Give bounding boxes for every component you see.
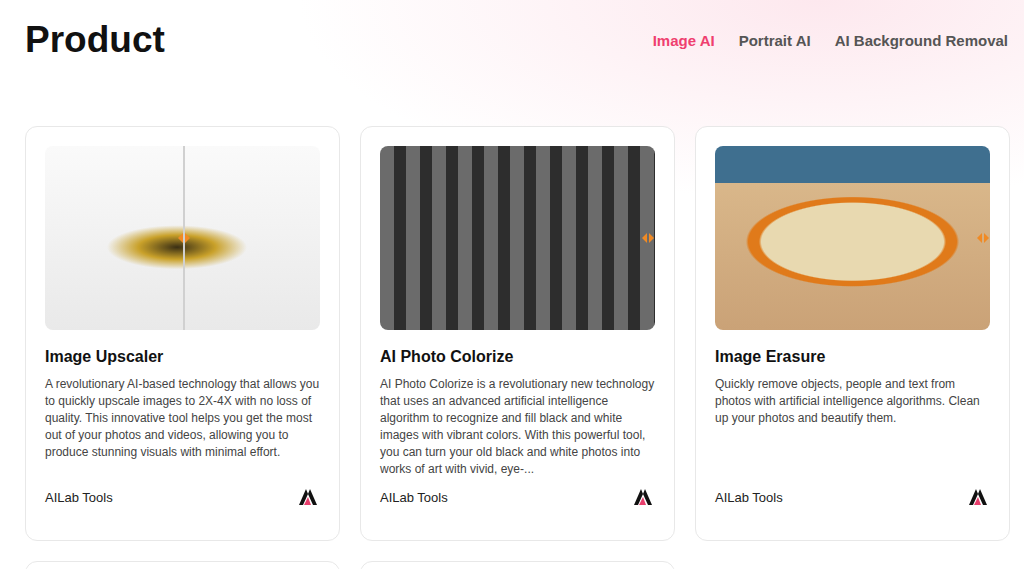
product-title: Image Upscaler [45, 346, 320, 368]
card-footer: AILab Tools [380, 478, 655, 540]
page-title: Product [25, 20, 165, 60]
compare-handle-icon[interactable] [177, 231, 191, 245]
product-description: Quickly remove objects, people and text … [715, 376, 990, 427]
compare-handle-icon[interactable] [641, 231, 655, 245]
compare-handle-icon[interactable] [976, 231, 990, 245]
compare-divider[interactable] [183, 146, 185, 330]
product-page: Product Image AI Portrait AI AI Background … [0, 0, 1024, 569]
product-card[interactable]: Image Erasure Quickly remove objects, peo… [695, 126, 1010, 541]
product-photo [715, 146, 990, 330]
ailab-logo-icon [298, 488, 318, 506]
product-title: AI Photo Colorize [380, 346, 655, 368]
brand-name: AILab Tools [45, 490, 113, 505]
brand-name: AILab Tools [380, 490, 448, 505]
card-footer: AILab Tools [715, 478, 990, 540]
card-footer: AILab Tools [45, 478, 320, 540]
product-card[interactable]: Image Upscaler A revolutionary AI-based t… [25, 126, 340, 541]
category-tab[interactable]: Image AI [653, 32, 715, 49]
product-description: A revolutionary AI-based technology that… [45, 376, 320, 461]
category-tab[interactable]: AI Background Removal [835, 32, 1008, 49]
product-card[interactable] [25, 561, 340, 569]
product-description: AI Photo Colorize is a revolutionary new… [380, 376, 655, 478]
product-photo [380, 146, 655, 330]
category-tabs: Image AI Portrait AI AI Background Removal [653, 32, 1008, 49]
brand-name: AILab Tools [715, 490, 783, 505]
product-photo [45, 146, 320, 330]
product-grid: Image Upscaler A revolutionary AI-based t… [0, 126, 1024, 569]
product-card[interactable]: AI Photo Colorize AI Photo Colorize is a … [360, 126, 675, 541]
category-tab[interactable]: Portrait AI [739, 32, 811, 49]
ailab-logo-icon [968, 488, 988, 506]
product-title: Image Erasure [715, 346, 990, 368]
ailab-logo-icon [633, 488, 653, 506]
product-card[interactable] [360, 561, 675, 569]
header: Product Image AI Portrait AI AI Background … [0, 0, 1024, 60]
